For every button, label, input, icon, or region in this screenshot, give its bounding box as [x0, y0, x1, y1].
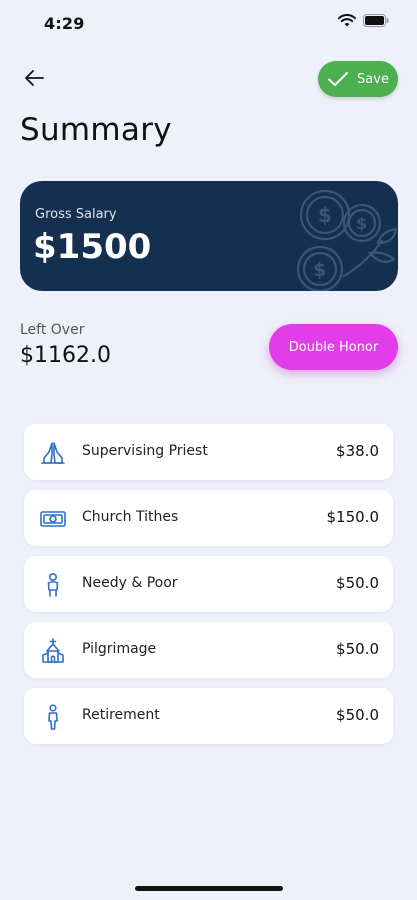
back-button[interactable] [22, 66, 48, 90]
expense-label: Pilgrimage [82, 641, 157, 657]
svg-text:$: $ [313, 259, 326, 281]
page-title: Summary [20, 112, 172, 148]
praying-hands-icon [41, 442, 65, 464]
status-bar: 4:29 [0, 0, 417, 48]
expense-item-retirement[interactable]: Retirement $50.0 [24, 688, 393, 744]
money-growth-icon: $ $ $ [296, 189, 398, 291]
expense-label: Church Tithes [82, 509, 179, 525]
gross-salary-card: $ $ $ Gross Salary $1500 [20, 181, 398, 291]
arrow-left-icon [25, 70, 44, 86]
expense-amount: $150.0 [326, 508, 380, 526]
expense-list: Supervising Priest $38.0 Church Tithes $… [24, 424, 393, 754]
person-icon [47, 572, 59, 597]
left-over-label: Left Over [20, 322, 85, 338]
expense-item-supervising-priest[interactable]: Supervising Priest $38.0 [24, 424, 393, 480]
expense-amount: $50.0 [336, 574, 379, 592]
church-icon [42, 638, 64, 663]
money-bill-icon [40, 511, 66, 527]
gross-salary-label: Gross Salary [35, 207, 117, 222]
double-honor-label: Double Honor [288, 339, 379, 355]
expense-item-church-tithes[interactable]: Church Tithes $150.0 [24, 490, 393, 546]
expense-item-pilgrimage[interactable]: Pilgrimage $50.0 [24, 622, 393, 678]
save-button[interactable]: Save [318, 61, 398, 97]
expense-label: Supervising Priest [82, 443, 208, 459]
left-over-value: $1162.0 [20, 343, 111, 368]
expense-label: Needy & Poor [82, 575, 178, 591]
person-standing-icon [48, 704, 58, 730]
expense-amount: $50.0 [336, 640, 379, 658]
status-time: 4:29 [44, 14, 85, 33]
check-icon [328, 72, 349, 86]
gross-salary-value: $1500 [33, 227, 152, 267]
status-icons [338, 14, 389, 27]
expense-amount: $38.0 [336, 442, 379, 460]
expense-amount: $50.0 [336, 706, 379, 724]
svg-text:$: $ [356, 214, 367, 233]
home-indicator[interactable] [135, 886, 283, 891]
expense-item-needy-poor[interactable]: Needy & Poor $50.0 [24, 556, 393, 612]
svg-text:$: $ [318, 203, 332, 227]
save-label: Save [357, 71, 389, 87]
double-honor-button[interactable]: Double Honor [269, 324, 398, 370]
battery-icon [363, 14, 389, 27]
expense-label: Retirement [82, 707, 160, 723]
wifi-icon [338, 14, 356, 27]
